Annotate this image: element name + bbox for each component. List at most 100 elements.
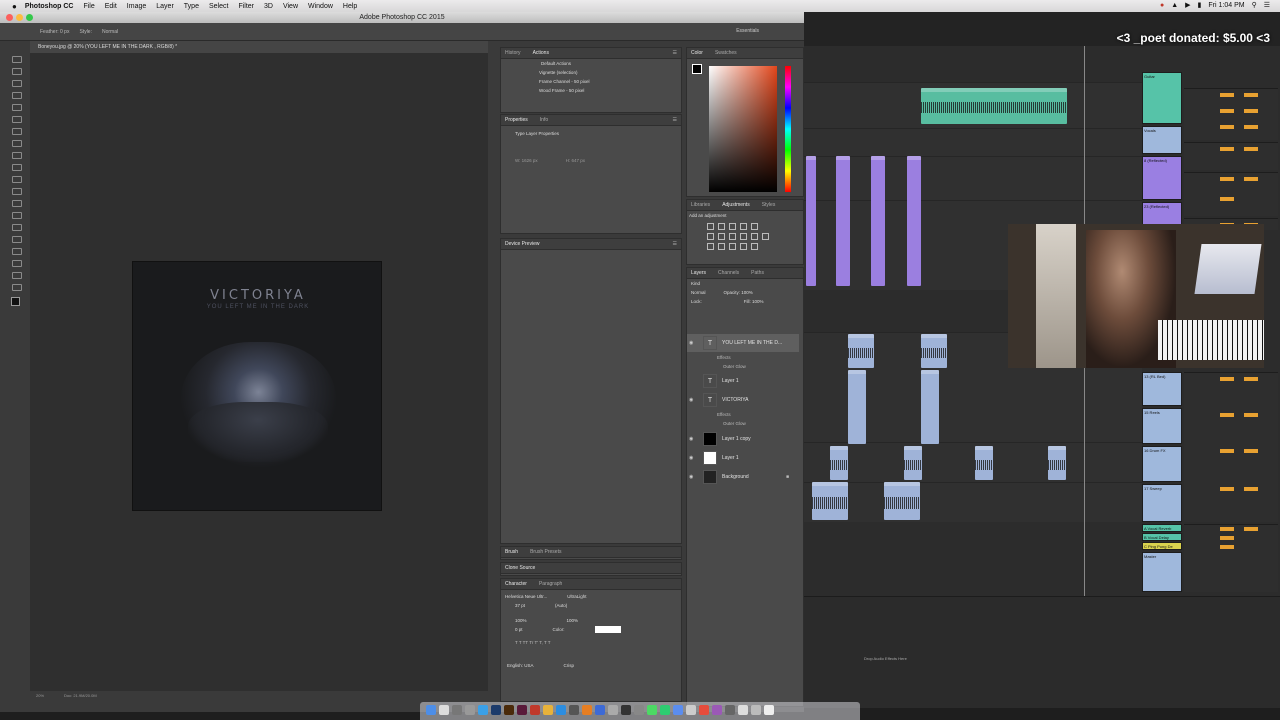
audio-clip[interactable] [812, 482, 848, 520]
gradient-map-icon[interactable] [740, 243, 747, 250]
app-icon[interactable] [452, 705, 462, 715]
antialias-select[interactable]: Crisp [564, 661, 575, 670]
posterize-icon[interactable] [718, 243, 725, 250]
app-icon[interactable] [530, 705, 540, 715]
audio-clip[interactable] [871, 156, 885, 286]
action-item[interactable]: Frame Channel - 50 pixel [501, 77, 681, 86]
tab-channels[interactable]: Channels [718, 270, 739, 276]
clone-stamp-tool-icon[interactable] [12, 152, 22, 159]
layer-row[interactable]: ◉ Background ■ [687, 468, 799, 486]
color-lookup-icon[interactable] [762, 233, 769, 240]
menu-help[interactable]: Help [343, 3, 357, 10]
blend-mode-select[interactable]: Normal [691, 288, 706, 297]
app-icon[interactable] [621, 705, 631, 715]
tab-history[interactable]: History [505, 50, 521, 56]
audio-clip[interactable] [806, 156, 816, 286]
app-icon[interactable] [595, 705, 605, 715]
app-icon[interactable] [634, 705, 644, 715]
hue-slider[interactable] [785, 66, 791, 192]
healing-tool-icon[interactable] [12, 128, 22, 135]
layer-effect-row[interactable]: Outer Glow [687, 362, 799, 371]
layer-effect-row[interactable]: Outer Glow [687, 419, 799, 428]
levels-icon[interactable] [718, 223, 725, 230]
track-header[interactable]: 16 Drum FX [1142, 446, 1182, 482]
tab-device-preview[interactable]: Device Preview [505, 241, 539, 247]
tab-brush-presets[interactable]: Brush Presets [530, 549, 561, 555]
menu-file[interactable]: File [83, 3, 94, 10]
tab-color[interactable]: Color [691, 50, 703, 56]
brightness-icon[interactable] [707, 223, 714, 230]
tab-character[interactable]: Character [505, 581, 527, 587]
brush-tool-icon[interactable] [12, 140, 22, 147]
tab-adjustments[interactable]: Adjustments [722, 202, 750, 208]
vertical-scale-field[interactable]: 100% [515, 616, 527, 625]
safari-icon[interactable] [478, 705, 488, 715]
baseline-field[interactable]: 0 pt [515, 625, 523, 634]
skype-icon[interactable] [556, 705, 566, 715]
threshold-icon[interactable] [729, 243, 736, 250]
exposure-icon[interactable] [740, 223, 747, 230]
volume-icon[interactable]: ▶ [1185, 1, 1190, 9]
visibility-eye-icon[interactable]: ◉ [689, 436, 697, 442]
action-item[interactable]: Wood Frame - 50 pixel [501, 86, 681, 95]
tab-libraries[interactable]: Libraries [691, 202, 710, 208]
layer-row[interactable]: ◉ T VICTORIYA [687, 391, 799, 409]
app-icon[interactable] [569, 705, 579, 715]
visibility-eye-icon[interactable]: ◉ [689, 455, 697, 461]
layer-effects-row[interactable]: Effects [687, 410, 799, 419]
vibrance-icon[interactable] [751, 223, 758, 230]
opacity-field[interactable]: Opacity: 100% [724, 288, 753, 297]
invert-icon[interactable] [707, 243, 714, 250]
audio-clip[interactable] [884, 482, 920, 520]
pen-tool-icon[interactable] [12, 224, 22, 231]
eraser-tool-icon[interactable] [12, 176, 22, 183]
menu-edit[interactable]: Edit [105, 3, 117, 10]
quick-select-tool-icon[interactable] [12, 92, 22, 99]
menu-3d[interactable]: 3D [264, 3, 273, 10]
launchpad-icon[interactable] [439, 705, 449, 715]
audio-clip[interactable] [1048, 446, 1066, 480]
menu-window[interactable]: Window [308, 3, 333, 10]
minimize-button[interactable] [16, 14, 23, 21]
lasso-tool-icon[interactable] [12, 80, 22, 87]
mixer-controls[interactable] [1184, 142, 1278, 170]
layer-row[interactable]: ◉ Layer 1 [687, 449, 799, 467]
style-buttons[interactable]: T T TT Tr T' T, T T [501, 638, 681, 647]
action-item[interactable]: Vignette (selection) [501, 68, 681, 77]
curves-icon[interactable] [729, 223, 736, 230]
chrome-icon[interactable] [543, 705, 553, 715]
audio-clip[interactable] [848, 370, 866, 444]
font-size-field[interactable]: 37 pt [515, 601, 525, 610]
app-icon[interactable] [686, 705, 696, 715]
menu-type[interactable]: Type [184, 3, 199, 10]
layer-effects-row[interactable]: Effects [687, 353, 799, 362]
audio-clip[interactable] [830, 446, 848, 480]
gradient-tool-icon[interactable] [12, 188, 22, 195]
audio-clip[interactable] [921, 370, 939, 444]
indesign-icon[interactable] [517, 705, 527, 715]
track-lane[interactable] [804, 128, 1142, 156]
track-header[interactable]: A Vocal Reverb [1142, 524, 1182, 532]
dodge-tool-icon[interactable] [12, 212, 22, 219]
record-icon[interactable]: ● [1160, 2, 1164, 9]
tab-swatches[interactable]: Swatches [715, 50, 737, 56]
bw-icon[interactable] [729, 233, 736, 240]
wifi-icon[interactable]: ▲ [1171, 2, 1178, 9]
style-select[interactable]: Normal [102, 29, 118, 35]
track-header[interactable]: 8 (Reflected) [1142, 156, 1182, 200]
feather-field[interactable]: Feather: 0 px [40, 29, 69, 35]
type-tool-icon[interactable] [12, 236, 22, 243]
panel-menu-icon[interactable]: ☰ [673, 117, 677, 123]
menu-image[interactable]: Image [127, 3, 146, 10]
photoshop-icon[interactable] [491, 705, 501, 715]
battery-icon[interactable]: ▮ [1198, 1, 1202, 9]
track-lane[interactable] [804, 482, 1142, 522]
app-menu[interactable]: Photoshop CC [25, 3, 74, 10]
tab-properties[interactable]: Properties [505, 117, 528, 123]
audio-clip[interactable] [975, 446, 993, 480]
zoom-button[interactable] [26, 14, 33, 21]
layer-row[interactable]: ◉ Layer 1 copy [687, 430, 799, 448]
track-header[interactable]: Vocals [1142, 126, 1182, 154]
selective-color-icon[interactable] [751, 243, 758, 250]
finder-icon[interactable] [426, 705, 436, 715]
